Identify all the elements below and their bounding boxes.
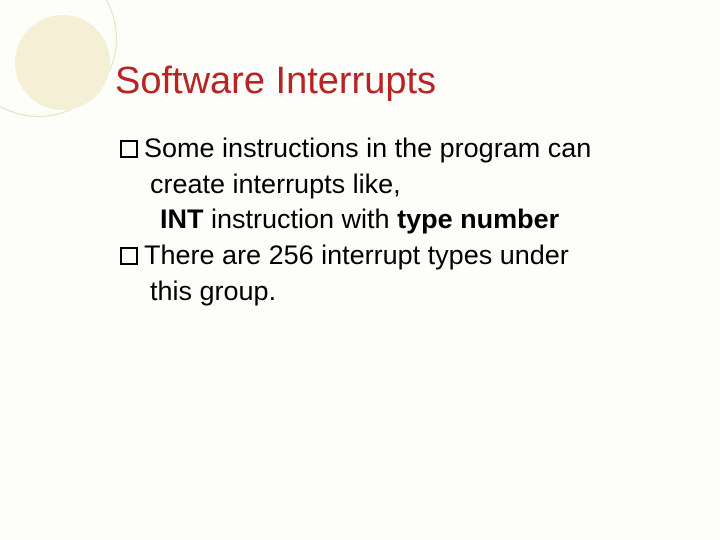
bullet-2-lead: There [144, 240, 215, 270]
bullet-1-line3-prefix: INT [160, 204, 204, 234]
bullet-1-line2: create interrupts like, [150, 167, 660, 203]
bullet-1-line3-suffix: type number [397, 204, 559, 234]
bullet-1-rest: instructions in the program can [215, 133, 592, 163]
square-bullet-icon [120, 140, 138, 158]
square-bullet-icon [120, 247, 138, 265]
bullet-1: Some instructions in the program can [150, 131, 660, 167]
bullet-2-rest: are 256 interrupt types under [215, 240, 569, 270]
slide-body: Some instructions in the program can cre… [120, 131, 660, 309]
bullet-2: There are 256 interrupt types under [150, 238, 660, 274]
bullet-1-line3: INT instruction with type number [150, 202, 660, 238]
slide-content: Software Interrupts Some instructions in… [0, 0, 720, 309]
slide-title: Software Interrupts [115, 60, 660, 103]
bullet-1-lead: Some [144, 133, 215, 163]
bullet-1-line3-mid: instruction with [204, 204, 398, 234]
bullet-2-line2: this group. [150, 274, 660, 310]
